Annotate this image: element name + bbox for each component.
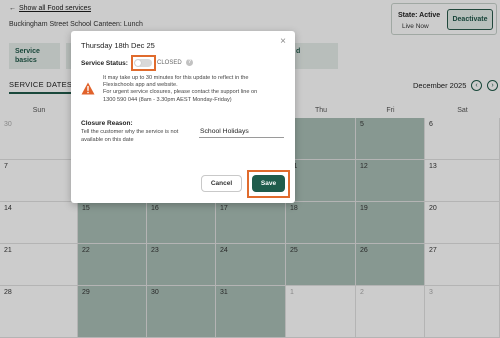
modal-title: Thursday 18th Dec 25 bbox=[81, 41, 155, 50]
warning-line: 1300 590 044 (8am - 3.30pm AEST Monday-F… bbox=[103, 96, 232, 103]
service-status-value: CLOSED bbox=[157, 60, 182, 66]
closure-reason-label: Closure Reason: bbox=[81, 120, 133, 127]
closure-reason-input[interactable] bbox=[199, 125, 284, 138]
cancel-button[interactable]: Cancel bbox=[201, 175, 242, 192]
service-status-label: Service Status: bbox=[81, 60, 128, 67]
closure-reason-help: Tell the customer why the service is not… bbox=[81, 129, 179, 143]
warning-line: It may take up to 30 minutes for this up… bbox=[103, 75, 249, 81]
service-status-modal: Thursday 18th Dec 25 × Service Status: C… bbox=[71, 31, 295, 203]
service-status-toggle[interactable] bbox=[134, 59, 152, 67]
save-button[interactable]: Save bbox=[252, 175, 285, 192]
warning-line: For urgent service closures, please cont… bbox=[103, 89, 258, 96]
close-icon[interactable]: × bbox=[280, 37, 286, 47]
warning-line: Flexischools app and website. bbox=[103, 82, 178, 89]
warning-icon bbox=[81, 82, 95, 95]
warning-text: It may take up to 30 minutes for this up… bbox=[103, 75, 288, 104]
info-icon[interactable]: ? bbox=[186, 59, 193, 66]
toggle-knob bbox=[135, 60, 141, 66]
